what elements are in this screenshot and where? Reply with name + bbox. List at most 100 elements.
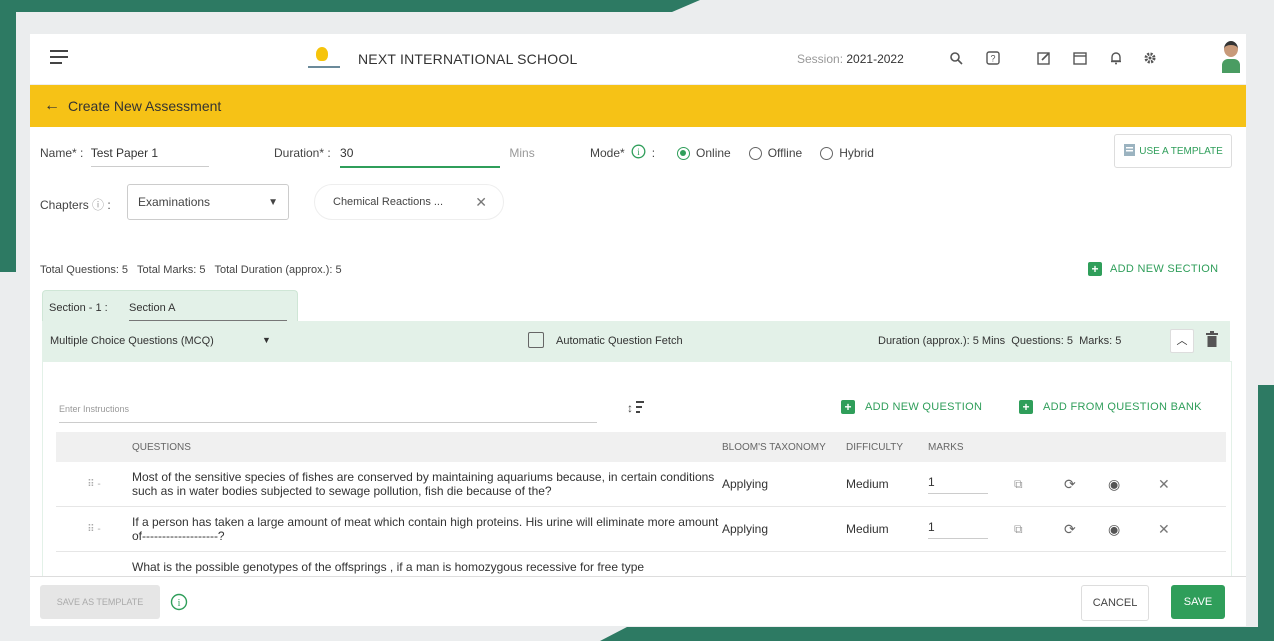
marks-cell[interactable]: 1 [928, 462, 1014, 507]
section-name-input[interactable]: Section A [129, 302, 287, 321]
chapter-chip-label: Chemical Reactions ... [333, 196, 444, 208]
svg-text:?: ? [990, 54, 995, 64]
name-field: Name* : Test Paper 1 [40, 146, 209, 167]
refresh-icon[interactable]: ⟳ [1064, 462, 1108, 507]
totals-summary: Total Questions: 5 Total Marks: 5 Total … [40, 264, 342, 276]
top-bar: NEXT INTERNATIONAL SCHOOL Session: 2021-… [30, 34, 1246, 85]
page-title-bar: ← Create New Assessment [30, 85, 1246, 127]
mode-offline-label: Offline [767, 146, 803, 160]
add-question-button[interactable]: + ADD NEW QUESTION [841, 400, 982, 414]
cancel-button[interactable]: CANCEL [1081, 585, 1149, 621]
chevron-up-icon[interactable]: ︿ [1170, 329, 1194, 353]
marks-input[interactable]: 1 [928, 475, 988, 494]
template-icon [1123, 143, 1137, 160]
duration-field: Duration* : 30 Mins [274, 146, 535, 168]
instructions-input[interactable]: Enter Instructions [59, 404, 597, 423]
mode-offline-radio[interactable] [748, 146, 762, 160]
mode-label: Mode* [590, 146, 625, 160]
add-section-button[interactable]: + ADD NEW SECTION [1088, 262, 1218, 276]
add-from-bank-button[interactable]: + ADD FROM QUESTION BANK [1019, 400, 1202, 414]
question-type-select[interactable]: Multiple Choice Questions (MCQ) [50, 335, 214, 347]
chapters-label: Chapters [40, 198, 89, 212]
brand: NEXT INTERNATIONAL SCHOOL [304, 47, 577, 71]
duration-input[interactable]: 30 [340, 146, 501, 168]
close-icon[interactable]: ✕ [1158, 506, 1226, 552]
copy-icon[interactable]: ⧉ [1014, 506, 1064, 552]
gear-icon[interactable] [1140, 48, 1160, 68]
help-icon[interactable]: ? [983, 48, 1003, 68]
refresh-icon[interactable]: ⟳ [1064, 506, 1108, 552]
info-icon[interactable]: i [631, 144, 646, 162]
chapters-label-group: Chapters ⓘ : [40, 198, 111, 212]
drag-icon[interactable]: ⠿ - [56, 506, 132, 552]
question-type-caret-icon[interactable]: ▼ [262, 335, 271, 345]
plus-icon: + [841, 400, 855, 414]
frame-top-accent [0, 0, 700, 12]
col-marks: MARKS [928, 432, 1014, 462]
plus-icon: + [1088, 262, 1102, 276]
menu-icon[interactable] [50, 50, 68, 66]
chip-close-icon[interactable]: ✕ [475, 194, 487, 211]
save-button[interactable]: SAVE [1171, 585, 1225, 619]
mode-field: Mode* i : Online Offline Hybrid [590, 144, 874, 162]
add-from-bank-label: ADD FROM QUESTION BANK [1043, 401, 1202, 413]
table-row[interactable]: ⠿ - If a person has taken a large amount… [56, 506, 1226, 552]
name-label: Name* : [40, 146, 84, 160]
table-row[interactable]: ⠿ - Most of the sensitive species of fis… [56, 462, 1226, 507]
chapter-chip: Chemical Reactions ... ✕ [314, 184, 504, 220]
app-window: NEXT INTERNATIONAL SCHOOL Session: 2021-… [30, 34, 1246, 626]
info-icon[interactable]: i [170, 593, 188, 616]
frame-right-accent [1258, 385, 1274, 641]
chapters-select[interactable]: Examinations ▼ [127, 184, 289, 220]
frame-left-accent [0, 0, 16, 272]
add-question-label: ADD NEW QUESTION [865, 401, 983, 413]
marks-input[interactable]: 1 [928, 520, 988, 539]
bloom-cell: Applying [722, 506, 846, 552]
name-input[interactable]: Test Paper 1 [90, 146, 209, 167]
eye-icon[interactable]: ◉ [1108, 462, 1158, 507]
bell-icon[interactable] [1106, 48, 1126, 68]
difficulty-cell: Medium [846, 462, 928, 507]
back-arrow-icon[interactable]: ← [44, 97, 60, 115]
auto-fetch-checkbox[interactable] [528, 332, 544, 348]
session-label: Session: [797, 52, 844, 66]
svg-text:i: i [178, 598, 181, 609]
add-section-label: ADD NEW SECTION [1110, 263, 1219, 275]
use-template-button[interactable]: USE A TEMPLATE [1114, 134, 1232, 168]
session-info: Session: 2021-2022 [797, 52, 904, 66]
avatar[interactable] [1222, 41, 1240, 77]
section-bar: Multiple Choice Questions (MCQ) ▼ Automa… [42, 321, 1230, 361]
section-tab[interactable]: Section - 1 : Section A [42, 290, 298, 323]
chapters-select-value: Examinations [138, 195, 211, 209]
close-icon[interactable]: ✕ [1158, 462, 1226, 507]
page-title: Create New Assessment [68, 98, 222, 114]
bloom-cell: Applying [722, 462, 846, 507]
chapters-info-icon[interactable]: ⓘ [92, 198, 104, 212]
difficulty-cell: Medium [846, 506, 928, 552]
section-label: Section - 1 : [49, 302, 108, 314]
auto-fetch-label: Automatic Question Fetch [556, 335, 683, 347]
mode-online-radio[interactable] [677, 146, 691, 160]
mode-hybrid-radio[interactable] [820, 146, 834, 160]
drag-icon[interactable]: ⠿ - [56, 462, 132, 507]
save-as-template-button[interactable]: SAVE AS TEMPLATE [40, 585, 160, 619]
trash-icon[interactable] [1206, 331, 1218, 352]
mode-hybrid-label: Hybrid [839, 146, 874, 160]
sort-icon[interactable]: ↕ [627, 398, 645, 421]
caret-down-icon: ▼ [268, 196, 278, 208]
duration-label: Duration* : [274, 146, 331, 160]
duration-unit: Mins [509, 146, 535, 160]
svg-text:↕: ↕ [627, 401, 633, 415]
table-header: QUESTIONS BLOOM'S TAXONOMY DIFFICULTY MA… [56, 432, 1226, 462]
marks-cell[interactable]: 1 [928, 506, 1014, 552]
copy-icon[interactable]: ⧉ [1014, 462, 1064, 507]
col-difficulty: DIFFICULTY [846, 432, 928, 462]
edit-icon[interactable] [1034, 48, 1054, 68]
question-text: Most of the sensitive species of fishes … [132, 462, 722, 507]
search-icon[interactable] [946, 48, 966, 68]
eye-icon[interactable]: ◉ [1108, 506, 1158, 552]
calendar-icon[interactable] [1070, 48, 1090, 68]
plus-icon: + [1019, 400, 1033, 414]
col-questions: QUESTIONS [132, 432, 722, 462]
use-template-label: USE A TEMPLATE [1139, 145, 1223, 157]
